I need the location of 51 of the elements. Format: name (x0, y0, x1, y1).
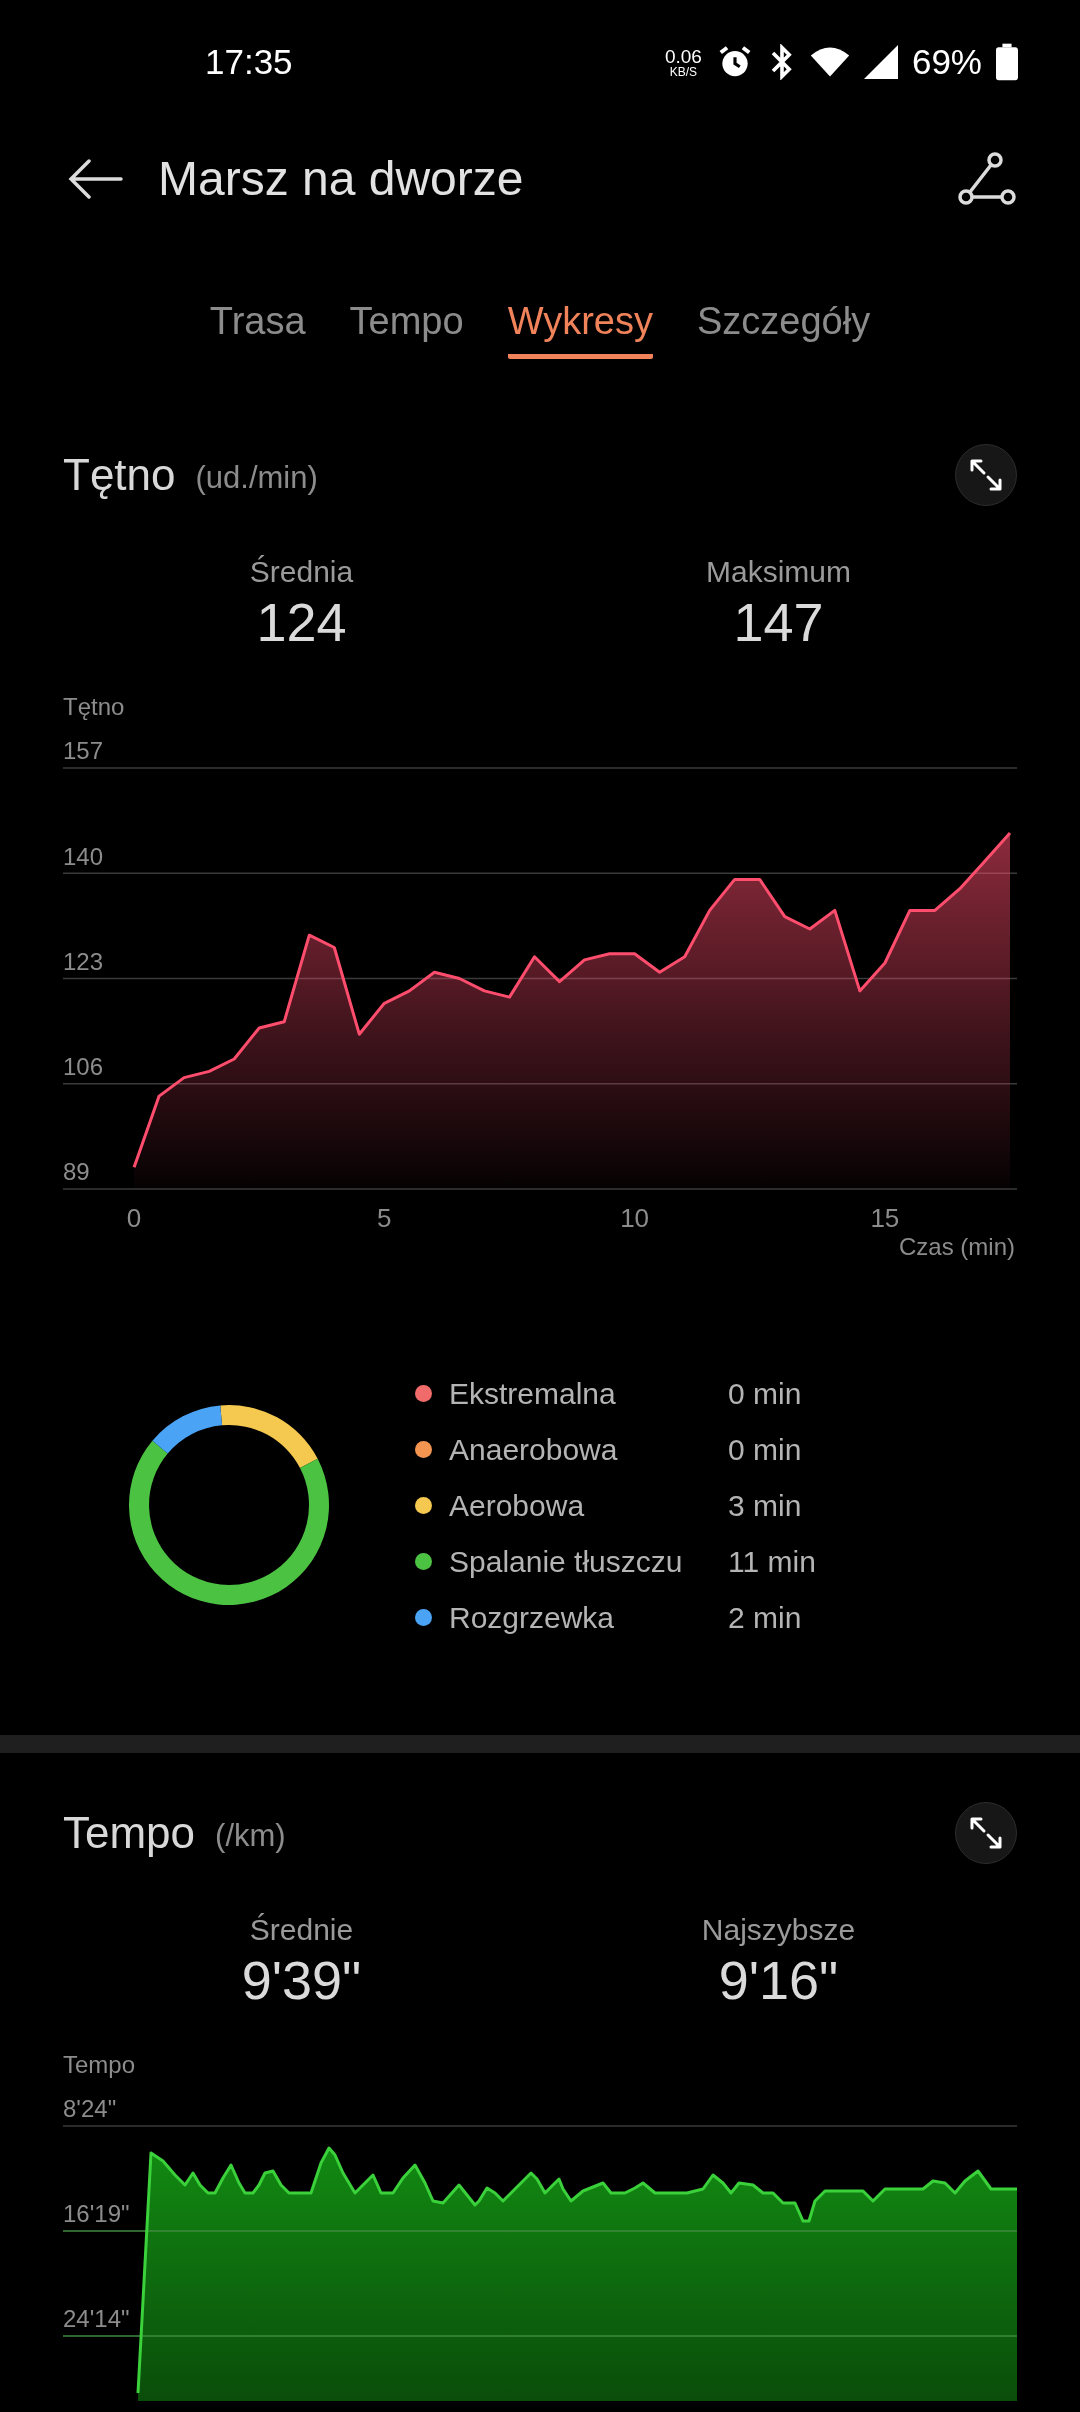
axis-tick-label: 140 (63, 842, 104, 870)
axis-tick-label: 106 (63, 1053, 104, 1081)
axis-tick-label: 16'19" (63, 2200, 130, 2228)
battery-percentage: 69% (911, 40, 982, 83)
expand-icon (969, 1816, 1003, 1850)
stat-label: Średnia (249, 554, 354, 590)
axis-tick-label: 8'24" (63, 2095, 117, 2123)
stat-label: Średnie (249, 1912, 354, 1948)
stat-value: 9'16" (718, 1950, 839, 2010)
tab[interactable]: Tempo (349, 298, 464, 359)
battery-icon (996, 43, 1018, 81)
status-time: 17:35 (205, 40, 293, 83)
zone-duration: 3 min (728, 1487, 802, 1524)
section-unit: (ud./min) (195, 458, 318, 497)
zone-name: Anaerobowa (449, 1431, 619, 1468)
page-title: Marsz na dworze (158, 151, 524, 207)
section-title: Tempo (63, 1807, 196, 1859)
zone-duration: 11 min (728, 1543, 816, 1580)
axis-tick-label: 123 (63, 947, 104, 975)
stat-label: Najszybsze (701, 1912, 856, 1948)
axis-title: Tętno (63, 692, 126, 722)
zone-name: Aerobowa (449, 1487, 586, 1524)
axis-tick-label: 0 (126, 1202, 142, 1233)
stat-value: 9'39" (241, 1950, 362, 2010)
axis-tick-label: 24'14" (63, 2305, 130, 2333)
stat-label: Maksimum (706, 554, 851, 590)
axis-title: Czas (min) (899, 1233, 1015, 1261)
tab[interactable]: Wykresy (507, 298, 653, 359)
wifi-icon (809, 46, 850, 78)
axis-tick-label: 157 (63, 737, 104, 765)
zone-name: Rozgrzewka (449, 1599, 616, 1636)
axis-tick-label: 89 (63, 1158, 90, 1186)
zone-name: Spalanie tłuszczu (449, 1543, 684, 1580)
zone-name: Ekstremalna (449, 1375, 617, 1412)
stat-value: 124 (256, 592, 347, 652)
network-speed: 0.06 (664, 46, 702, 66)
axis-title: Tempo (63, 2050, 137, 2080)
tab[interactable]: Szczegóły (696, 298, 871, 359)
zone-duration: 2 min (728, 1599, 802, 1636)
axis-tick-label: 5 (377, 1202, 392, 1233)
section-title: Tętno (63, 449, 176, 501)
zone-duration: 0 min (728, 1375, 802, 1412)
section-unit: (/km) (215, 1816, 286, 1855)
zone-duration: 0 min (728, 1431, 802, 1468)
stat-value: 147 (733, 592, 824, 652)
axis-tick-label: 15 (870, 1202, 900, 1233)
network-speed-unit: KB/S (669, 65, 698, 78)
axis-tick-label: 10 (620, 1202, 650, 1233)
expand-icon (969, 458, 1003, 492)
tab[interactable]: Trasa (209, 298, 306, 359)
signal-icon (863, 45, 898, 79)
